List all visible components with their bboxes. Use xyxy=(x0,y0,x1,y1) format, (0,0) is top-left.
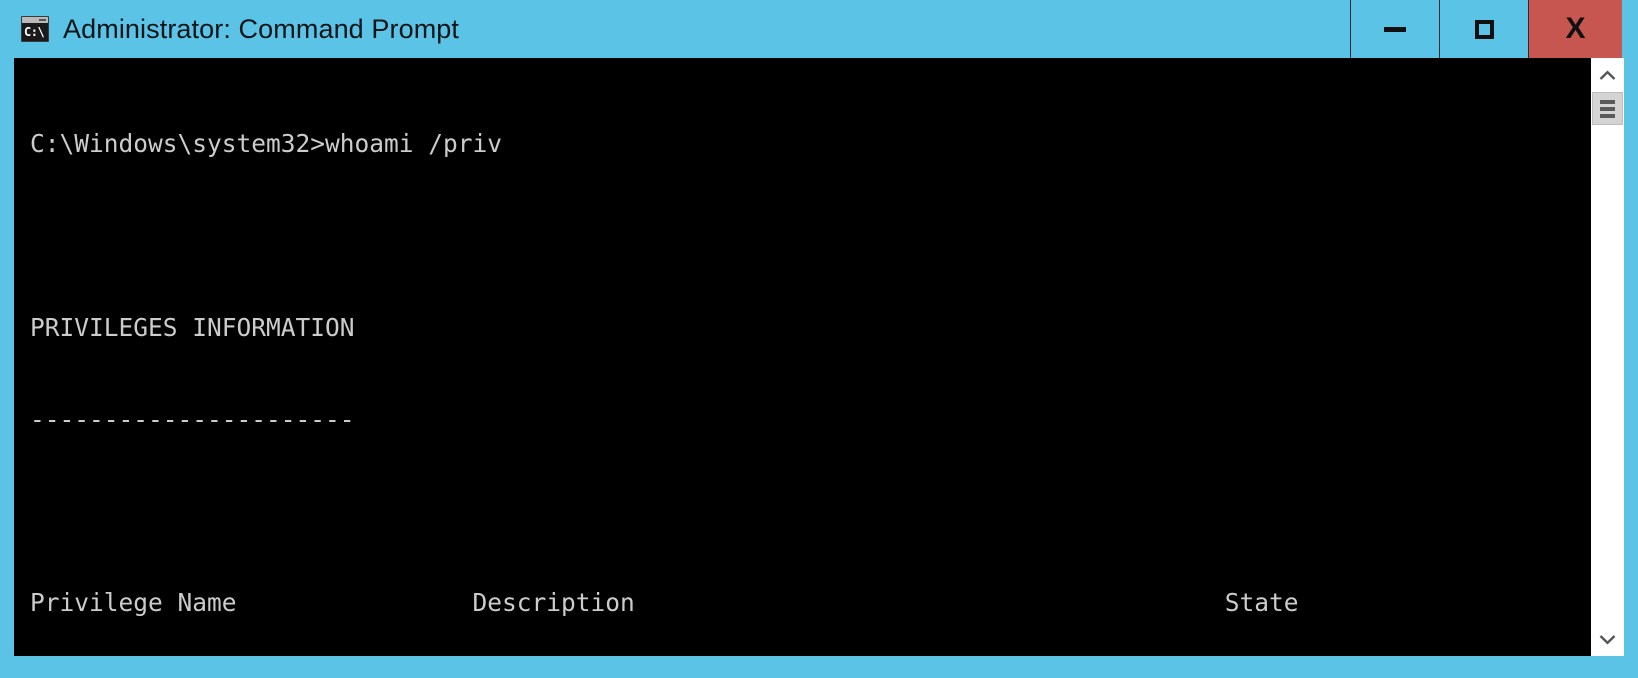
console-scrollbar[interactable] xyxy=(1590,58,1624,656)
titlebar[interactable]: C:\ Administrator: Command Prompt X xyxy=(0,0,1638,58)
console-output[interactable]: C:\Windows\system32>whoami /priv PRIVILE… xyxy=(14,58,1590,656)
window-title: Administrator: Command Prompt xyxy=(63,13,460,44)
scrollbar-down-button[interactable] xyxy=(1591,622,1624,656)
minimize-button[interactable] xyxy=(1350,0,1439,58)
close-button[interactable]: X xyxy=(1528,0,1622,58)
minimize-icon xyxy=(1384,26,1406,32)
console-client-area: C:\Windows\system32>whoami /priv PRIVILE… xyxy=(14,58,1624,656)
scrollbar-grip-line xyxy=(1600,99,1615,104)
console-line-section-title: PRIVILEGES INFORMATION xyxy=(30,312,355,342)
maximize-icon xyxy=(1474,19,1494,39)
cmd-icon: C:\ xyxy=(21,16,49,42)
console-line-table-header: Privilege Name Description State xyxy=(30,588,1299,618)
titlebar-left: C:\ Administrator: Command Prompt xyxy=(0,0,1350,58)
console-line-blank-1 xyxy=(30,221,1590,252)
scrollbar-up-button[interactable] xyxy=(1591,58,1624,92)
window-controls: X xyxy=(1350,0,1622,58)
scrollbar-grip-line xyxy=(1600,106,1615,111)
chevron-down-icon xyxy=(1599,634,1616,644)
scrollbar-grip-line xyxy=(1600,113,1615,118)
command-prompt-window: C:\ Administrator: Command Prompt X C:\W… xyxy=(0,0,1638,678)
scrollbar-track[interactable] xyxy=(1591,92,1624,622)
chevron-up-icon xyxy=(1599,70,1616,80)
console-line-prompt: C:\Windows\system32>whoami /priv xyxy=(30,129,503,159)
console-line-section-rule: ---------------------- xyxy=(30,404,355,434)
maximize-button[interactable] xyxy=(1439,0,1528,58)
close-icon: X xyxy=(1565,12,1586,45)
cmd-icon-glyph: C:\ xyxy=(24,25,45,39)
console-line-blank-2 xyxy=(30,496,1590,527)
scrollbar-thumb[interactable] xyxy=(1592,92,1623,125)
